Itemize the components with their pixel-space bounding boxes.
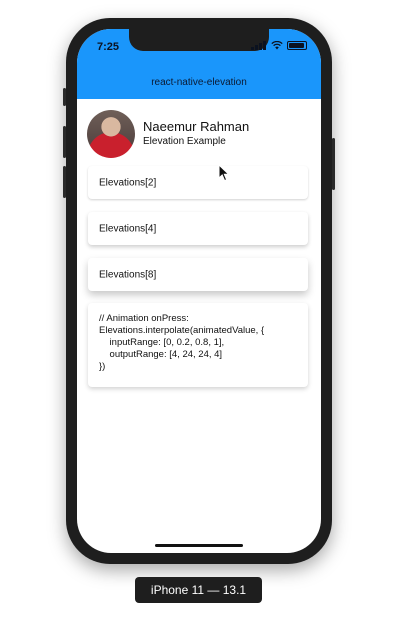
- status-time: 7:25: [97, 41, 120, 53]
- wifi-icon: [271, 41, 283, 50]
- animation-code-card[interactable]: // Animation onPress: Elevations.interpo…: [88, 303, 308, 387]
- avatar: [87, 110, 135, 158]
- profile: Naeemur Rahman Elevation Example: [87, 110, 311, 160]
- header-title: react-native-elevation: [151, 77, 247, 88]
- phone-frame: 7:25 react-native-elevation Naeemur Rahm…: [63, 18, 335, 564]
- battery-icon: [287, 41, 307, 50]
- power-button: [332, 138, 335, 190]
- home-indicator[interactable]: [155, 544, 243, 547]
- phone-screen: 7:25 react-native-elevation Naeemur Rahm…: [77, 29, 321, 553]
- status-icons: [251, 41, 307, 50]
- elevation-card-4[interactable]: Elevations[4]: [88, 212, 308, 245]
- silent-switch: [63, 88, 66, 106]
- volume-down-button: [63, 166, 66, 198]
- code-line: }): [99, 361, 106, 372]
- elevation-card-2[interactable]: Elevations[2]: [88, 166, 308, 199]
- card-label: Elevations[2]: [99, 177, 157, 188]
- elevation-card-8[interactable]: Elevations[8]: [88, 258, 308, 291]
- card-label: Elevations[8]: [99, 269, 157, 280]
- notch: [129, 29, 269, 51]
- profile-subtitle: Elevation Example: [143, 136, 226, 147]
- profile-name: Naeemur Rahman: [143, 119, 250, 134]
- signal-icon: [251, 41, 267, 50]
- card-label: Elevations[4]: [99, 223, 157, 234]
- app-header: 7:25 react-native-elevation: [77, 29, 321, 99]
- code-line: outputRange: [4, 24, 24, 4]: [99, 349, 223, 360]
- code-line: Elevations.interpolate(animatedValue, {: [99, 325, 265, 336]
- code-line: inputRange: [0, 0.2, 0.8, 1],: [99, 337, 225, 348]
- volume-up-button: [63, 126, 66, 158]
- code-line: // Animation onPress:: [99, 313, 189, 324]
- cursor-icon: [218, 164, 230, 182]
- device-label: iPhone 11 — 13.1: [135, 577, 262, 603]
